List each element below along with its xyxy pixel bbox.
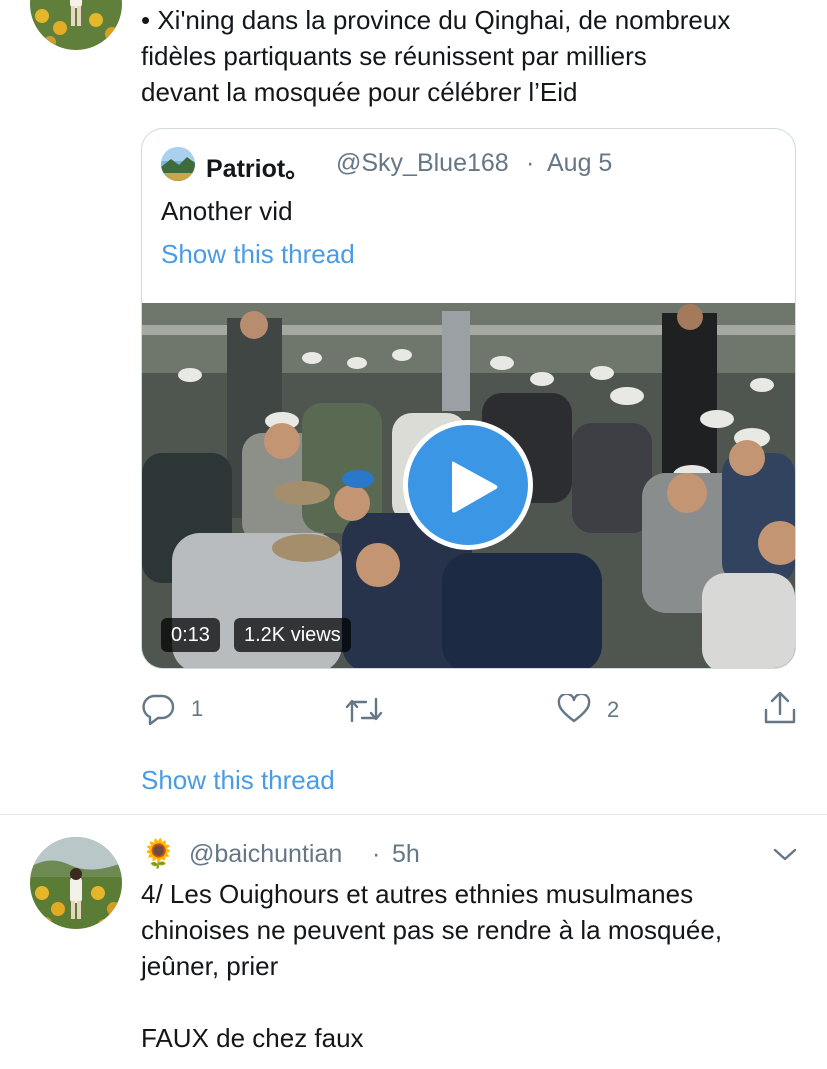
- retweet-icon: [345, 697, 383, 723]
- avatar-image: [30, 837, 122, 929]
- quoted-avatar-image: [161, 147, 195, 181]
- show-thread-link[interactable]: Show this thread: [141, 765, 335, 796]
- quoted-handle[interactable]: @Sky_Blue168: [336, 149, 509, 178]
- reply-icon: [142, 694, 175, 725]
- tweet-divider: [0, 814, 827, 815]
- tweet-handle[interactable]: @baichuntian: [189, 840, 342, 869]
- avatar[interactable]: [30, 0, 122, 50]
- video-views-badge: 1.2K views: [234, 618, 351, 652]
- share-icon: [764, 691, 796, 724]
- like-button[interactable]: 2: [557, 694, 637, 726]
- play-button[interactable]: [403, 420, 533, 550]
- share-button[interactable]: [763, 690, 797, 726]
- quoted-separator: ·: [526, 149, 535, 177]
- tweet-options-button[interactable]: [770, 843, 800, 865]
- heart-icon: [557, 694, 591, 723]
- tweet-text: 4/ Les Ouighours et autres ethnies musul…: [141, 879, 723, 1053]
- sunflower-emoji-icon: 🌻: [141, 838, 176, 869]
- tweet-separator: ·: [372, 840, 381, 868]
- quoted-date[interactable]: Aug 5: [547, 149, 612, 178]
- like-count: 2: [607, 697, 620, 722]
- video-player[interactable]: 0:13 1.2K views: [142, 303, 795, 668]
- quoted-avatar: [161, 147, 195, 181]
- retweet-button[interactable]: [344, 695, 424, 725]
- tweet-time[interactable]: 5h: [392, 840, 420, 869]
- reply-button[interactable]: 1: [141, 692, 221, 726]
- quoted-tweet-card[interactable]: Patriot。 @Sky_Blue168 · Aug 5 Another vi…: [141, 128, 796, 669]
- tweet-text: • Xi'ning dans la province du Qinghai, d…: [141, 5, 731, 107]
- video-duration-badge: 0:13: [161, 618, 220, 652]
- quoted-tweet-text: Another vid: [161, 196, 293, 226]
- reply-count: 1: [191, 696, 204, 721]
- play-icon: [452, 461, 498, 513]
- chevron-down-icon: [773, 848, 797, 861]
- avatar[interactable]: [30, 837, 122, 929]
- avatar-image: [30, 0, 122, 50]
- quoted-show-thread-link[interactable]: Show this thread: [161, 239, 355, 270]
- quoted-display-name[interactable]: Patriot。: [206, 149, 310, 185]
